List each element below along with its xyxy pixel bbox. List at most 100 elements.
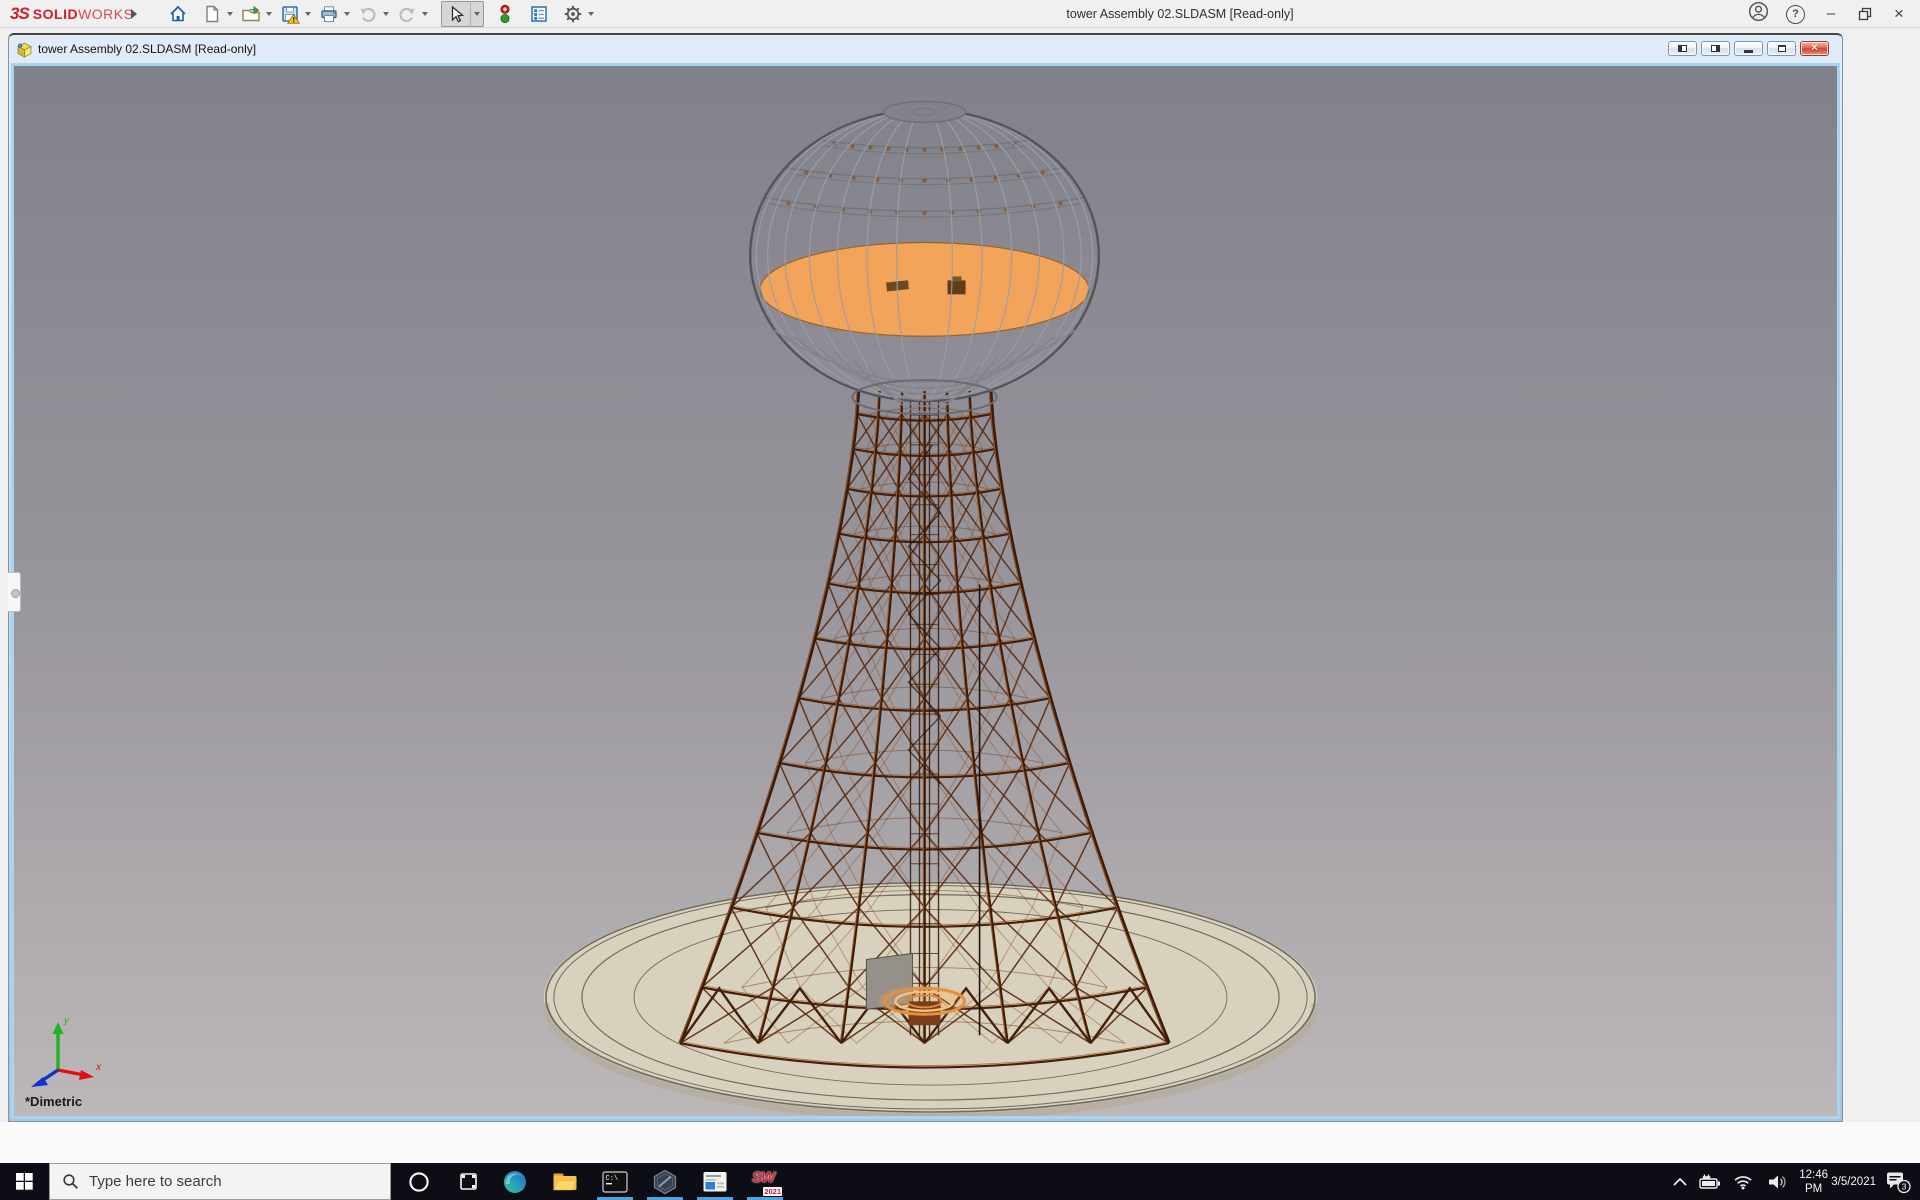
select-arrow-icon xyxy=(446,4,466,24)
cortana-button[interactable] xyxy=(397,1163,441,1200)
volume-status[interactable] xyxy=(1760,1163,1796,1200)
solidworks-logo[interactable]: 3S SOLIDWORKS xyxy=(10,0,133,28)
svg-text:C:\: C:\ xyxy=(606,1175,619,1183)
action-center-button[interactable]: 3 xyxy=(1876,1163,1920,1200)
taskbar-item-file-explorer[interactable] xyxy=(540,1163,590,1200)
taskbar-search[interactable] xyxy=(49,1163,391,1200)
gear-icon xyxy=(563,4,583,24)
taskbar: C:\ SW 2021 xyxy=(0,1163,1920,1200)
wifi-icon xyxy=(1733,1174,1753,1190)
undo-dropdown[interactable] xyxy=(383,12,389,16)
view-orientation-label: *Dimetric xyxy=(25,1094,82,1109)
save-button[interactable] xyxy=(277,2,303,26)
triad-y-label: y xyxy=(63,1015,69,1025)
taskbar-item-edrawings[interactable] xyxy=(640,1163,690,1200)
desktop-gap xyxy=(0,1122,1920,1163)
redo-button[interactable] xyxy=(394,2,420,26)
taskbar-app-icons: C:\ SW 2021 xyxy=(490,1163,790,1200)
doc-restore-button[interactable] xyxy=(1767,41,1796,56)
search-icon xyxy=(62,1173,79,1190)
close-button[interactable]: × xyxy=(1890,0,1908,28)
account-icon xyxy=(1748,1,1769,22)
doc-minimize-button[interactable] xyxy=(1734,41,1763,56)
tile-right-icon xyxy=(1711,45,1720,52)
task-form-button[interactable] xyxy=(526,2,552,26)
chevron-up-icon xyxy=(1672,1176,1688,1188)
help-button[interactable]: ? xyxy=(1786,5,1805,24)
taskbar-item-system-window[interactable] xyxy=(690,1163,740,1200)
task-view-icon xyxy=(459,1172,478,1191)
start-button[interactable] xyxy=(0,1163,48,1200)
triad-x-label: x xyxy=(95,1062,102,1073)
undo-button[interactable] xyxy=(355,2,381,26)
undo-icon xyxy=(358,4,378,24)
tile-right-button[interactable] xyxy=(1701,41,1730,56)
command-prompt-icon: C:\ xyxy=(602,1169,628,1195)
cortana-icon xyxy=(407,1170,431,1194)
help-icon: ? xyxy=(1792,8,1799,20)
app-window-controls: ? – × xyxy=(1748,0,1908,28)
file-explorer-icon xyxy=(552,1169,578,1195)
taskbar-item-edge[interactable] xyxy=(490,1163,540,1200)
edge-icon xyxy=(502,1169,528,1195)
options-button[interactable] xyxy=(560,2,586,26)
save-dropdown[interactable] xyxy=(305,12,311,16)
clock-time: 12:46 PM xyxy=(1796,1168,1831,1196)
wifi-status[interactable] xyxy=(1726,1163,1760,1200)
screen: 3S SOLIDWORKS xyxy=(0,0,1920,1200)
3ds-mark: 3S xyxy=(10,4,29,24)
assembly-file-icon xyxy=(16,41,33,58)
new-document-icon xyxy=(202,4,222,24)
minimize-button[interactable]: – xyxy=(1822,0,1840,28)
document-title-bar[interactable]: tower Assembly 02.SLDASM [Read-only] xyxy=(9,35,1842,63)
new-document-button[interactable] xyxy=(199,2,225,26)
tower-3d-model[interactable] xyxy=(14,66,1837,1116)
select-arrow-button[interactable] xyxy=(442,2,470,26)
document-title: tower Assembly 02.SLDASM [Read-only] xyxy=(38,42,256,56)
select-arrow-dropdown[interactable] xyxy=(470,1,483,27)
home-button[interactable] xyxy=(165,2,191,26)
document-window-controls: × xyxy=(1668,41,1829,56)
restore-button[interactable] xyxy=(1857,6,1873,22)
graphics-viewport[interactable]: y x *Dimetric xyxy=(11,63,1840,1119)
app-title-bar: 3S SOLIDWORKS xyxy=(0,0,1920,28)
battery-status[interactable] xyxy=(1694,1163,1726,1200)
select-tool-group xyxy=(441,1,484,27)
document-window: tower Assembly 02.SLDASM [Read-only] × y… xyxy=(8,33,1843,1122)
doc-restore-icon xyxy=(1778,45,1786,52)
account-button[interactable] xyxy=(1748,1,1769,27)
print-button[interactable] xyxy=(316,2,342,26)
print-dropdown[interactable] xyxy=(344,12,350,16)
taskbar-item-solidworks[interactable]: SW 2021 xyxy=(740,1163,790,1200)
restore-icon xyxy=(1857,6,1873,22)
svg-text:3: 3 xyxy=(1902,1181,1907,1191)
tray-overflow-button[interactable] xyxy=(1666,1163,1694,1200)
menu-flyout-arrow[interactable] xyxy=(131,9,137,19)
options-dropdown[interactable] xyxy=(588,12,594,16)
open-dropdown[interactable] xyxy=(266,12,272,16)
taskbar-item-command-prompt[interactable]: C:\ xyxy=(590,1163,640,1200)
open-icon xyxy=(241,4,261,24)
home-icon xyxy=(168,4,188,24)
new-document-dropdown[interactable] xyxy=(227,12,233,16)
doc-close-button[interactable]: × xyxy=(1800,41,1829,56)
taskbar-clock[interactable]: 12:46 PM 3/5/2021 xyxy=(1796,1163,1876,1200)
task-form-icon xyxy=(529,4,549,24)
tile-left-icon xyxy=(1678,45,1687,52)
save-icon xyxy=(280,4,300,24)
orientation-triad[interactable]: y x xyxy=(28,1014,114,1090)
tile-left-button[interactable] xyxy=(1668,41,1697,56)
open-button[interactable] xyxy=(238,2,264,26)
quick-access-toolbar xyxy=(165,2,599,26)
battery-charging-icon xyxy=(1699,1173,1721,1191)
windows-start-icon xyxy=(16,1173,33,1190)
display-stoplight-button[interactable] xyxy=(492,2,518,26)
system-window-icon xyxy=(702,1169,728,1195)
search-input[interactable] xyxy=(89,1173,359,1190)
redo-dropdown[interactable] xyxy=(422,12,428,16)
clock-date: 3/5/2021 xyxy=(1831,1175,1876,1189)
doc-minimize-icon xyxy=(1744,50,1753,53)
feature-panel-collapsed-tab[interactable] xyxy=(8,572,21,612)
solidworks-2021-icon: SW 2021 xyxy=(752,1169,778,1195)
task-view-button[interactable] xyxy=(446,1163,490,1200)
